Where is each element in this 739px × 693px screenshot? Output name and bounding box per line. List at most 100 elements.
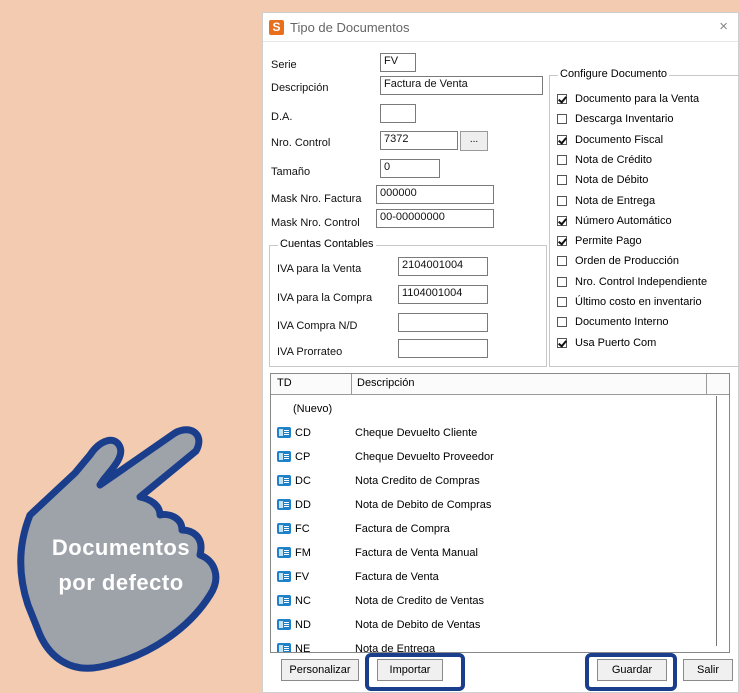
- iva-venta-field[interactable]: 2104001004: [398, 257, 488, 276]
- iva-prorrateo-field[interactable]: [398, 339, 488, 358]
- config-option[interactable]: Permite Pago: [557, 235, 642, 247]
- config-option-label: Documento para la Venta: [575, 93, 700, 105]
- config-option[interactable]: Nota de Crédito: [557, 154, 652, 166]
- config-option[interactable]: Orden de Producción: [557, 255, 679, 267]
- document-type-icon: [277, 595, 291, 606]
- cell-descripcion: Factura de Compra: [355, 523, 450, 535]
- close-icon[interactable]: ×: [719, 18, 728, 35]
- cell-descripcion: Nota de Entrega: [355, 643, 436, 653]
- document-type-icon: [277, 451, 291, 462]
- document-type-icon: [277, 427, 291, 438]
- iva-prorrateo-label: IVA Prorrateo: [277, 346, 343, 358]
- mask-factura-field[interactable]: 000000: [376, 185, 494, 204]
- document-types-table[interactable]: TD Descripción (Nuevo) CD Cheque Devuelto…: [270, 373, 730, 653]
- table-row-new[interactable]: (Nuevo): [271, 398, 729, 421]
- cell-descripcion: Cheque Devuelto Proveedor: [355, 451, 494, 463]
- cell-td: FM: [295, 547, 311, 559]
- iva-compra-field[interactable]: 1104001004: [398, 285, 488, 304]
- descripcion-label: Descripción: [271, 82, 329, 94]
- cell-descripcion: Nota de Debito de Compras: [355, 499, 492, 511]
- window-title: Tipo de Documentos: [290, 19, 410, 35]
- iva-nd-label: IVA Compra N/D: [277, 320, 358, 332]
- tipo-documentos-window: S Tipo de Documentos × Serie FV Descripc…: [262, 12, 739, 693]
- checkbox[interactable]: [557, 154, 567, 165]
- serie-label: Serie: [271, 59, 297, 71]
- new-row-label: (Nuevo): [293, 403, 333, 415]
- checkbox[interactable]: [557, 134, 567, 145]
- config-option[interactable]: Nro. Control Independiente: [557, 276, 707, 288]
- iva-venta-label: IVA para la Venta: [277, 263, 362, 275]
- config-option-label: Último costo en inventario: [575, 296, 702, 308]
- table-row[interactable]: DD Nota de Debito de Compras: [271, 494, 729, 517]
- checkbox[interactable]: [557, 236, 567, 247]
- config-option[interactable]: Descarga Inventario: [557, 113, 673, 125]
- checkbox[interactable]: [557, 276, 567, 287]
- checkbox[interactable]: [557, 256, 567, 267]
- cuentas-contables-title: Cuentas Contables: [278, 238, 376, 250]
- cell-td: FV: [295, 571, 310, 583]
- config-option[interactable]: Nota de Débito: [557, 174, 648, 186]
- document-type-icon: [277, 643, 291, 652]
- da-field[interactable]: [380, 104, 416, 123]
- config-option-label: Orden de Producción: [575, 255, 679, 268]
- document-type-icon: [277, 499, 291, 510]
- serie-field[interactable]: FV: [380, 53, 416, 72]
- document-type-icon: [277, 475, 291, 486]
- tamano-field[interactable]: 0: [380, 159, 440, 178]
- table-row[interactable]: FC Factura de Compra: [271, 518, 729, 541]
- config-option[interactable]: Documento para la Venta: [557, 93, 699, 105]
- config-option[interactable]: Último costo en inventario: [557, 296, 702, 308]
- table-row[interactable]: FV Factura de Venta: [271, 566, 729, 589]
- table-row[interactable]: CP Cheque Devuelto Proveedor: [271, 446, 729, 469]
- salir-button[interactable]: Salir: [683, 659, 733, 681]
- config-option[interactable]: Usa Puerto Com: [557, 337, 656, 349]
- document-type-icon: [277, 523, 291, 534]
- column-descripcion[interactable]: Descripción: [357, 377, 414, 389]
- personalizar-button[interactable]: Personalizar: [281, 659, 359, 681]
- table-row[interactable]: FM Factura de Venta Manual: [271, 542, 729, 565]
- config-option-label: Nota de Entrega: [575, 194, 656, 207]
- checkbox[interactable]: [557, 317, 567, 328]
- nro-control-lookup-button[interactable]: ...: [460, 131, 488, 151]
- nro-control-field[interactable]: 7372: [380, 131, 458, 150]
- table-row[interactable]: NE Nota de Entrega: [271, 638, 729, 653]
- checkbox[interactable]: [557, 337, 567, 348]
- config-option-label: Número Automático: [575, 214, 672, 227]
- cell-descripcion: Factura de Venta Manual: [355, 547, 478, 559]
- cell-td: ND: [295, 619, 311, 631]
- descripcion-field[interactable]: Factura de Venta: [380, 76, 543, 95]
- overlay-title-line1: Documentos: [51, 535, 191, 560]
- checkbox[interactable]: [557, 175, 567, 186]
- cell-descripcion: Factura de Venta: [355, 571, 439, 583]
- column-td[interactable]: TD: [277, 377, 292, 389]
- config-option-label: Descarga Inventario: [575, 113, 674, 126]
- cell-descripcion: Nota de Debito de Ventas: [355, 619, 481, 631]
- overlay-title-line2: por defecto: [58, 570, 184, 595]
- checkbox[interactable]: [557, 94, 567, 104]
- config-option[interactable]: Número Automático: [557, 215, 672, 227]
- config-option[interactable]: Nota de Entrega: [557, 195, 655, 207]
- iva-compra-label: IVA para la Compra: [277, 292, 373, 304]
- cell-td: DC: [295, 475, 311, 487]
- table-row[interactable]: DC Nota Credito de Compras: [271, 470, 729, 493]
- checkbox[interactable]: [557, 195, 567, 206]
- checkbox[interactable]: [557, 114, 567, 125]
- table-row[interactable]: ND Nota de Debito de Ventas: [271, 614, 729, 637]
- document-type-icon: [277, 571, 291, 582]
- vertical-scrollbar[interactable]: [716, 396, 717, 646]
- config-option[interactable]: Documento Fiscal: [557, 134, 663, 146]
- nro-control-label: Nro. Control: [271, 137, 331, 149]
- table-row[interactable]: NC Nota de Credito de Ventas: [271, 590, 729, 613]
- configure-documento-title: Configure Documento: [558, 68, 670, 80]
- config-option[interactable]: Documento Interno: [557, 316, 669, 328]
- mask-control-field[interactable]: 00-00000000: [376, 209, 494, 228]
- mask-control-label: Mask Nro. Control: [271, 217, 360, 229]
- checkbox[interactable]: [557, 297, 567, 307]
- table-row[interactable]: CD Cheque Devuelto Cliente: [271, 422, 729, 445]
- da-label: D.A.: [271, 111, 293, 123]
- iva-nd-field[interactable]: [398, 313, 488, 332]
- checkbox[interactable]: [557, 215, 567, 226]
- app-logo-icon: S: [269, 19, 284, 35]
- document-type-icon: [277, 619, 291, 630]
- cell-descripcion: Nota Credito de Compras: [355, 475, 480, 487]
